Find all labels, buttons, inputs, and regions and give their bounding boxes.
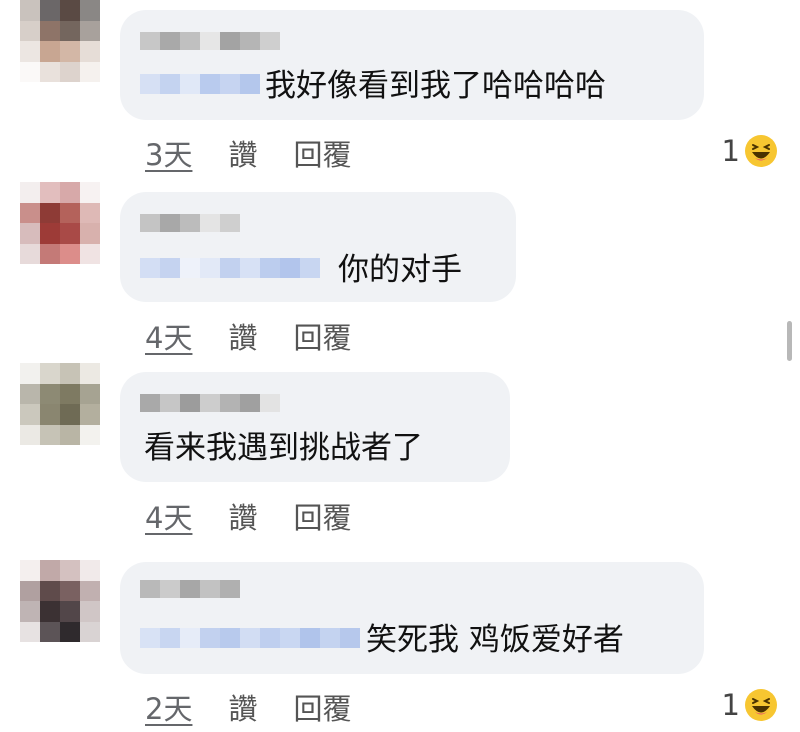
timestamp-link[interactable]: 4天: [145, 495, 192, 537]
author-name-blurred[interactable]: [140, 580, 240, 598]
mention-tag-blurred[interactable]: [140, 74, 260, 94]
avatar[interactable]: [20, 0, 100, 82]
laugh-icon: [745, 689, 777, 721]
avatar[interactable]: [20, 363, 100, 445]
comment-actions: 2天 讚 回覆: [145, 686, 351, 728]
like-button[interactable]: 讚: [228, 686, 257, 728]
comment-actions: 4天 讚 回覆: [145, 495, 351, 537]
comment-text: 我好像看到我了哈哈哈哈: [265, 68, 606, 104]
author-name-blurred[interactable]: [140, 214, 240, 232]
timestamp-link[interactable]: 2天: [145, 686, 192, 728]
mention-tag-blurred[interactable]: [140, 258, 320, 278]
scrollbar-thumb[interactable]: [787, 321, 792, 361]
like-button[interactable]: 讚: [228, 132, 257, 174]
comment-actions: 4天 讚 回覆: [145, 315, 351, 357]
timestamp-link[interactable]: 3天: [145, 132, 192, 174]
comment-bubble: 看来我遇到挑战者了: [120, 372, 510, 482]
reply-button[interactable]: 回覆: [293, 315, 351, 357]
mention-tag-blurred[interactable]: [140, 628, 360, 648]
comment-actions: 3天 讚 回覆: [145, 132, 351, 174]
like-button[interactable]: 讚: [228, 315, 257, 357]
laugh-icon: [745, 135, 777, 167]
author-name-blurred[interactable]: [140, 394, 280, 412]
comment-bubble: 我好像看到我了哈哈哈哈: [120, 10, 704, 120]
reaction-count: 1: [721, 134, 740, 168]
avatar[interactable]: [20, 560, 100, 642]
timestamp-link[interactable]: 4天: [145, 315, 192, 357]
comment-text: 看来我遇到挑战者了: [144, 430, 423, 466]
reply-button[interactable]: 回覆: [293, 495, 351, 537]
comment-text: 笑死我 鸡饭爱好者: [366, 622, 624, 658]
author-name-blurred[interactable]: [140, 32, 280, 50]
reaction-summary[interactable]: 1: [722, 688, 778, 722]
reaction-summary[interactable]: 1: [722, 134, 778, 168]
reply-button[interactable]: 回覆: [293, 686, 351, 728]
comment-bubble: 你的对手: [120, 192, 516, 302]
reaction-count: 1: [721, 688, 740, 722]
comment-bubble: 笑死我 鸡饭爱好者: [120, 562, 704, 674]
comment-text: 你的对手: [338, 252, 462, 288]
like-button[interactable]: 讚: [228, 495, 257, 537]
reply-button[interactable]: 回覆: [293, 132, 351, 174]
avatar[interactable]: [20, 182, 100, 264]
